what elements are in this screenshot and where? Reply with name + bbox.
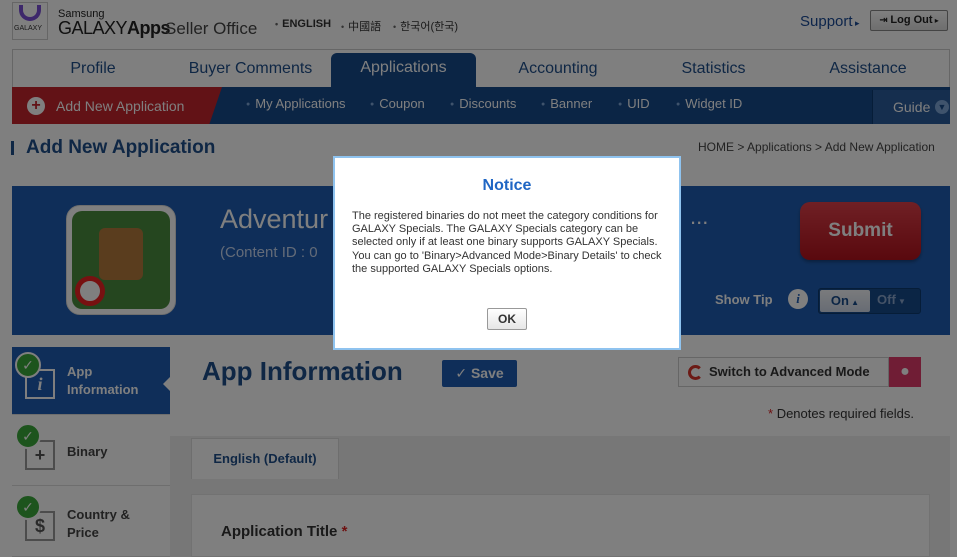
notice-dialog: Notice The registered binaries do not me… (333, 156, 681, 350)
ok-button[interactable]: OK (487, 308, 527, 330)
dialog-title: Notice (482, 177, 532, 194)
dialog-message: The registered binaries do not meet the … (352, 210, 662, 275)
